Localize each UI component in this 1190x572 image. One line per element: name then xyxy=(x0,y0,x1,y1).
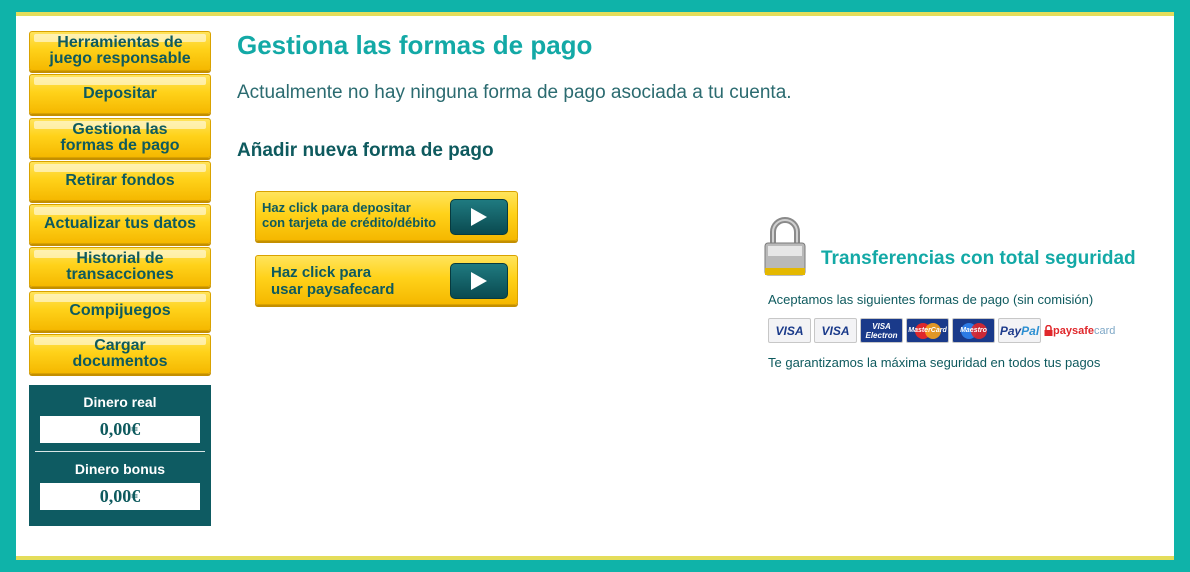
sidebar-item-label: Compijuegos xyxy=(69,301,171,319)
play-icon xyxy=(450,199,508,235)
real-money-value: 0,00€ xyxy=(40,416,200,444)
sidebar-item-label: Retirar fondos xyxy=(65,171,175,189)
security-guarantee-text: Te garantizamos la máxima seguridad en t… xyxy=(768,355,1101,370)
sidebar-item-responsible-gaming[interactable]: Herramientas de juego responsable xyxy=(29,31,211,71)
wallet-panel: Dinero real 0,00€ Dinero bonus 0,00€ xyxy=(29,385,211,527)
paypal-logo: Pay Pal xyxy=(998,318,1041,343)
wallet-divider xyxy=(35,451,205,453)
bonus-money-label: Dinero bonus xyxy=(74,461,166,478)
sidebar-item-deposit[interactable]: Depositar xyxy=(29,74,211,115)
visa-logo: VISA xyxy=(768,318,811,343)
sidebar-item-transaction-history[interactable]: Historial de transacciones xyxy=(29,247,211,288)
content-frame: Herramientas de juego responsable Deposit… xyxy=(16,12,1174,560)
padlock-icon xyxy=(761,216,809,283)
maestro-logo: Maestro xyxy=(952,318,995,343)
add-payment-method-heading: Añadir nueva forma de pago xyxy=(237,140,494,161)
sidebar-item-compijuegos[interactable]: Compijuegos xyxy=(29,290,211,331)
accepted-methods-text: Aceptamos las siguientes formas de pago … xyxy=(768,292,1094,307)
sidebar: Herramientas de juego responsable Deposit… xyxy=(29,31,211,527)
sidebar-item-payment-methods[interactable]: Gestiona las formas de pago xyxy=(29,117,211,158)
sidebar-item-label: Actualizar tus datos xyxy=(43,215,197,233)
deposit-card-button[interactable]: Haz click para depositar con tarjeta de c… xyxy=(255,191,518,241)
bonus-money-value: 0,00€ xyxy=(40,483,200,511)
play-icon xyxy=(450,263,508,299)
no-payment-method-message: Actualmente no hay ninguna forma de pago… xyxy=(237,82,792,103)
paysafecard-button[interactable]: Haz click para usar paysafecard xyxy=(255,255,518,305)
sidebar-item-upload-documents[interactable]: Cargar documentos xyxy=(29,334,211,375)
sidebar-item-label: Historial de transacciones xyxy=(66,250,174,284)
deposit-card-button-label: Haz click para depositar con tarjeta de c… xyxy=(262,200,437,230)
sidebar-item-label: Depositar xyxy=(83,85,157,103)
paysafecard-logo: paysafe card xyxy=(1044,318,1126,343)
lock-icon xyxy=(1044,325,1053,336)
visa-electron-logo: VISA Electron xyxy=(860,318,903,343)
paysafecard-button-label: Haz click para usar paysafecard xyxy=(271,264,395,298)
sidebar-item-label: Gestiona las formas de pago xyxy=(60,120,180,154)
sidebar-item-label: Cargar documentos xyxy=(72,337,168,371)
mastercard-logo: MasterCard xyxy=(906,318,949,343)
security-title: Transferencias con total seguridad xyxy=(821,248,1136,269)
sidebar-item-update-details[interactable]: Actualizar tus datos xyxy=(29,204,211,245)
visa-logo: VISA xyxy=(814,318,857,343)
payment-logos: VISA VISA VISA Electron MasterCard Maestr… xyxy=(768,318,1126,345)
real-money-label: Dinero real xyxy=(83,394,157,411)
page-title: Gestiona las formas de pago xyxy=(237,30,593,60)
sidebar-item-withdraw[interactable]: Retirar fondos xyxy=(29,160,211,201)
sidebar-item-label: Herramientas de juego responsable xyxy=(49,34,191,67)
